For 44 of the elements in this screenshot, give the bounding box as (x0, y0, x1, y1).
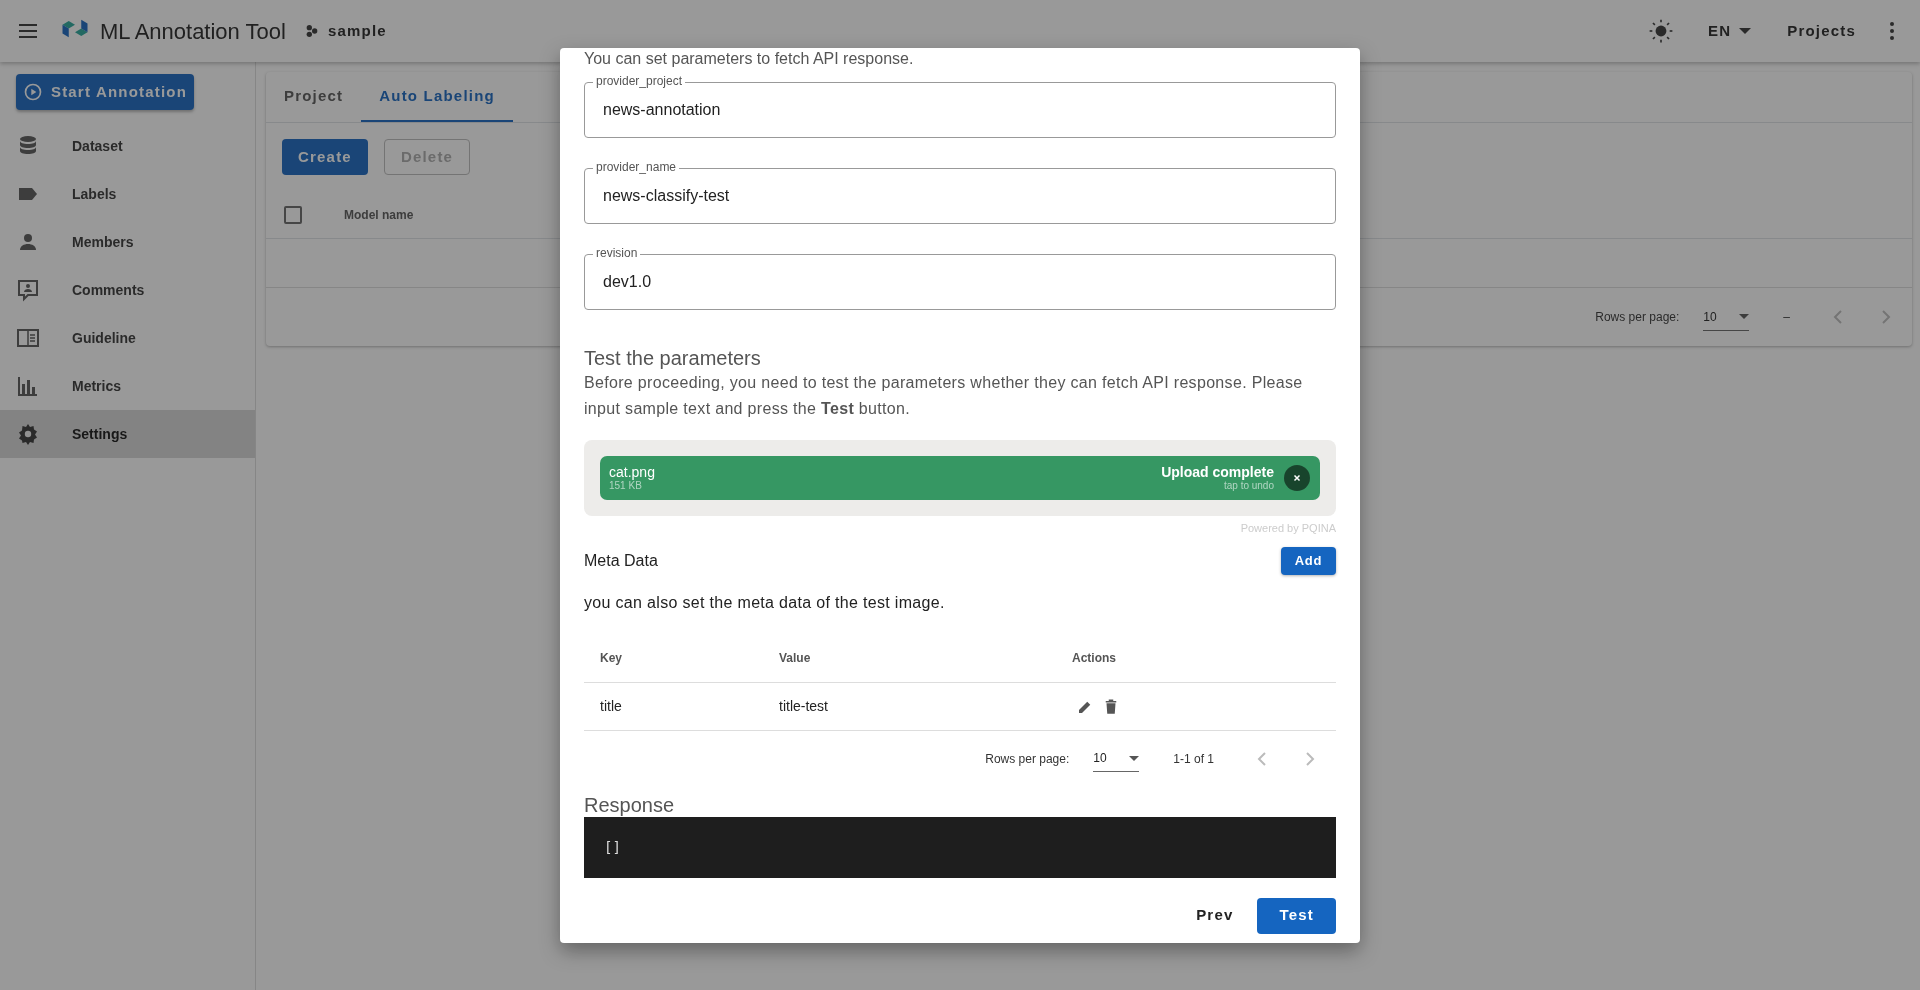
tab[interactable]: Project (266, 72, 362, 122)
action-button[interactable]: Create (282, 139, 368, 175)
field-label: provider_project (593, 74, 686, 88)
section-title: Meta Data (584, 550, 658, 571)
intro-text: You can set parameters to fetch API response. (584, 49, 915, 69)
start-annotation-button[interactable]: Start Annotation (16, 74, 194, 110)
sidebar-item[interactable]: Settings (0, 410, 255, 458)
sidebar-item[interactable]: Metrics (0, 362, 255, 410)
field-label: provider_name (593, 160, 680, 174)
sidebar-item[interactable]: Members (0, 218, 255, 266)
description-text: you can also set the meta data of the test image. (584, 592, 946, 613)
rows-per-page-select[interactable]: 10 (1703, 303, 1750, 331)
file-name: cat.png (609, 464, 656, 480)
rows-per-page-label: Rows per page: (985, 750, 1070, 768)
projects-link[interactable]: Projects (1777, 13, 1866, 49)
column-header: Key (600, 651, 622, 665)
column-header: Actions (1072, 651, 1116, 665)
page-range: 1-1 of 1 (1173, 750, 1214, 768)
column-header: Value (779, 651, 811, 665)
rows-per-page-label: Rows per page: (1595, 309, 1680, 326)
field-label: revision (593, 246, 641, 260)
file-size: 151 KB (609, 479, 642, 492)
sidebar-item[interactable]: Labels (0, 170, 255, 218)
add-button[interactable]: Add (1280, 546, 1336, 575)
sidebar-item[interactable]: Dataset (0, 122, 255, 170)
app-title: ML Annotation Tool (100, 17, 286, 46)
section-heading: Response (584, 792, 676, 817)
undo-hint: tap to undo (1223, 479, 1274, 492)
rows-per-page-select[interactable]: 10 (1093, 745, 1140, 772)
table-cell: title (600, 698, 622, 714)
response-text: [] (604, 837, 621, 857)
sidebar-item[interactable]: Guideline (0, 314, 255, 362)
upload-status: Upload complete (1161, 464, 1274, 480)
sidebar-item[interactable]: Comments (0, 266, 255, 314)
column-header: Model name (344, 206, 414, 224)
language-dropdown[interactable]: EN (1697, 13, 1762, 49)
table-cell: title-test (779, 698, 828, 714)
tab[interactable]: Auto Labeling (361, 72, 513, 122)
page-range: – (1783, 309, 1790, 326)
section-heading: Test the parameters (584, 346, 762, 370)
instructions-text: Before proceeding, you need to test the parameters whether they can fetch API response. Please input sample text and press the Test button. (584, 373, 1304, 419)
project-name: sample (327, 20, 387, 41)
test-button[interactable]: Test (1257, 897, 1336, 934)
prev-button[interactable]: Prev (1180, 897, 1250, 934)
